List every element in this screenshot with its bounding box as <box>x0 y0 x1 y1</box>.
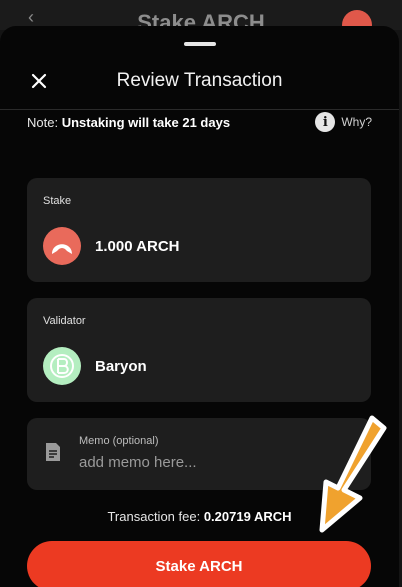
arch-token-icon <box>43 227 81 265</box>
validator-card: Validator Baryon <box>27 298 371 402</box>
stake-arch-button[interactable]: Stake ARCH <box>27 541 371 587</box>
stake-label: Stake <box>43 195 72 207</box>
info-icon: i <box>315 112 336 132</box>
drag-handle[interactable] <box>184 42 216 46</box>
stake-amount: 1.000 ARCH <box>95 237 180 255</box>
why-link[interactable]: i Why? <box>315 112 372 132</box>
annotation-arrow-icon <box>319 415 387 533</box>
note-text: Unstaking will take 21 days <box>61 115 231 130</box>
note-prefix: Note: <box>27 115 59 130</box>
memo-label: Memo (optional) <box>79 435 159 447</box>
validator-row: Baryon <box>43 347 147 385</box>
stake-row: 1.000 ARCH <box>43 227 179 265</box>
unstaking-note: Note: Unstaking will take 21 days <box>27 115 230 130</box>
fee-value: 0.20719 ARCH <box>203 509 292 524</box>
sheet-title: Review Transaction <box>116 70 283 91</box>
fee-label: Transaction fee: <box>107 509 201 524</box>
sheet-header: Review Transaction <box>0 54 399 110</box>
validator-name: Baryon <box>95 357 147 375</box>
document-icon <box>46 443 60 461</box>
stake-card: Stake 1.000 ARCH <box>27 178 371 282</box>
baryon-validator-icon <box>43 347 81 385</box>
screen: ‹ Stake ARCH Review Transaction Note: Un… <box>0 0 402 587</box>
validator-label: Validator <box>43 315 86 327</box>
why-label: Why? <box>341 115 372 129</box>
